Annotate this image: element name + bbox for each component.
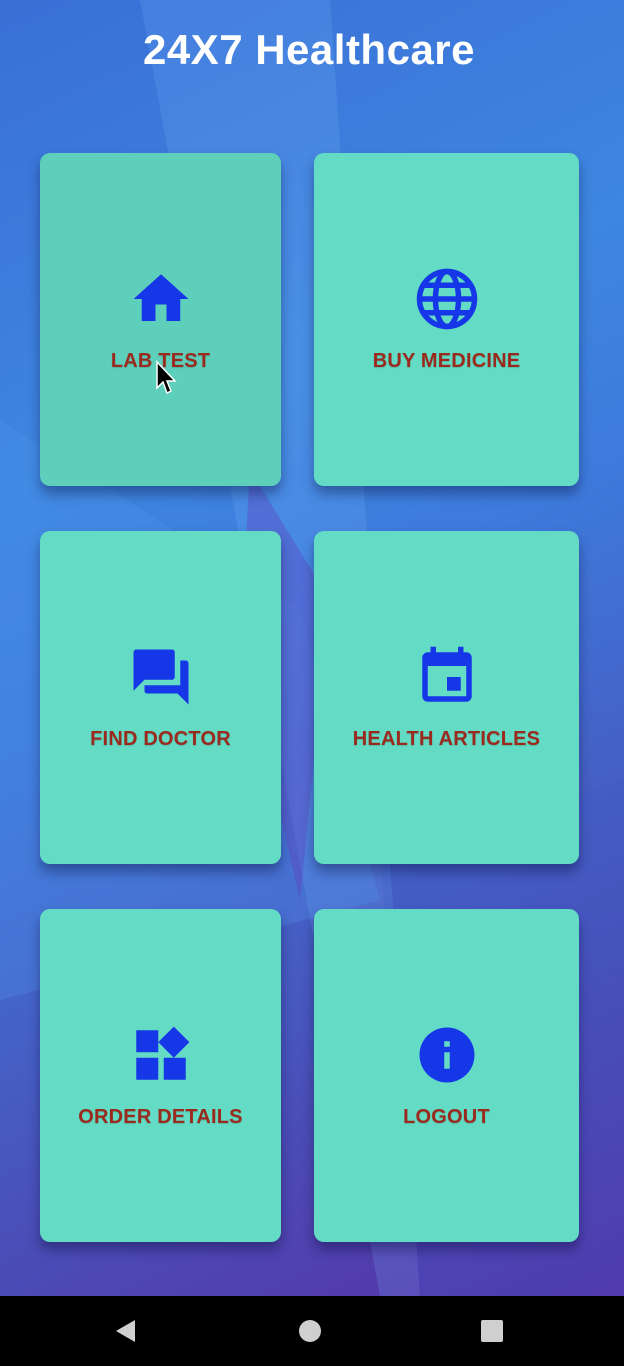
logout-card[interactable]: LOGOUT [314, 909, 579, 1242]
buy-medicine-label: BUY MEDICINE [372, 350, 521, 372]
globe-icon [414, 266, 480, 332]
health-articles-card[interactable]: HEALTH ARTICLES [314, 531, 579, 864]
recents-square-icon[interactable] [479, 1318, 505, 1344]
find-doctor-card[interactable]: FIND DOCTOR [40, 531, 281, 864]
widgets-icon [128, 1022, 194, 1088]
app-title: 24X7 Healthcare [142, 26, 476, 73]
buy-medicine-card[interactable]: BUY MEDICINE [314, 153, 579, 486]
home-icon [128, 266, 194, 332]
order-details-card[interactable]: ORDER DETAILS [40, 909, 281, 1242]
lab-test-card[interactable]: LAB TEST [40, 153, 281, 486]
home-circle-icon[interactable] [297, 1318, 323, 1344]
back-icon[interactable] [113, 1318, 139, 1344]
lab-test-label: LAB TEST [110, 350, 211, 372]
order-details-label: ORDER DETAILS [78, 1106, 243, 1128]
health-articles-label: HEALTH ARTICLES [352, 728, 541, 750]
calendar-icon [414, 644, 480, 710]
navigation-bar [0, 1296, 624, 1366]
find-doctor-label: FIND DOCTOR [90, 728, 231, 750]
logout-label: LOGOUT [403, 1106, 490, 1128]
chat-icon [128, 644, 194, 710]
info-icon [414, 1022, 480, 1088]
